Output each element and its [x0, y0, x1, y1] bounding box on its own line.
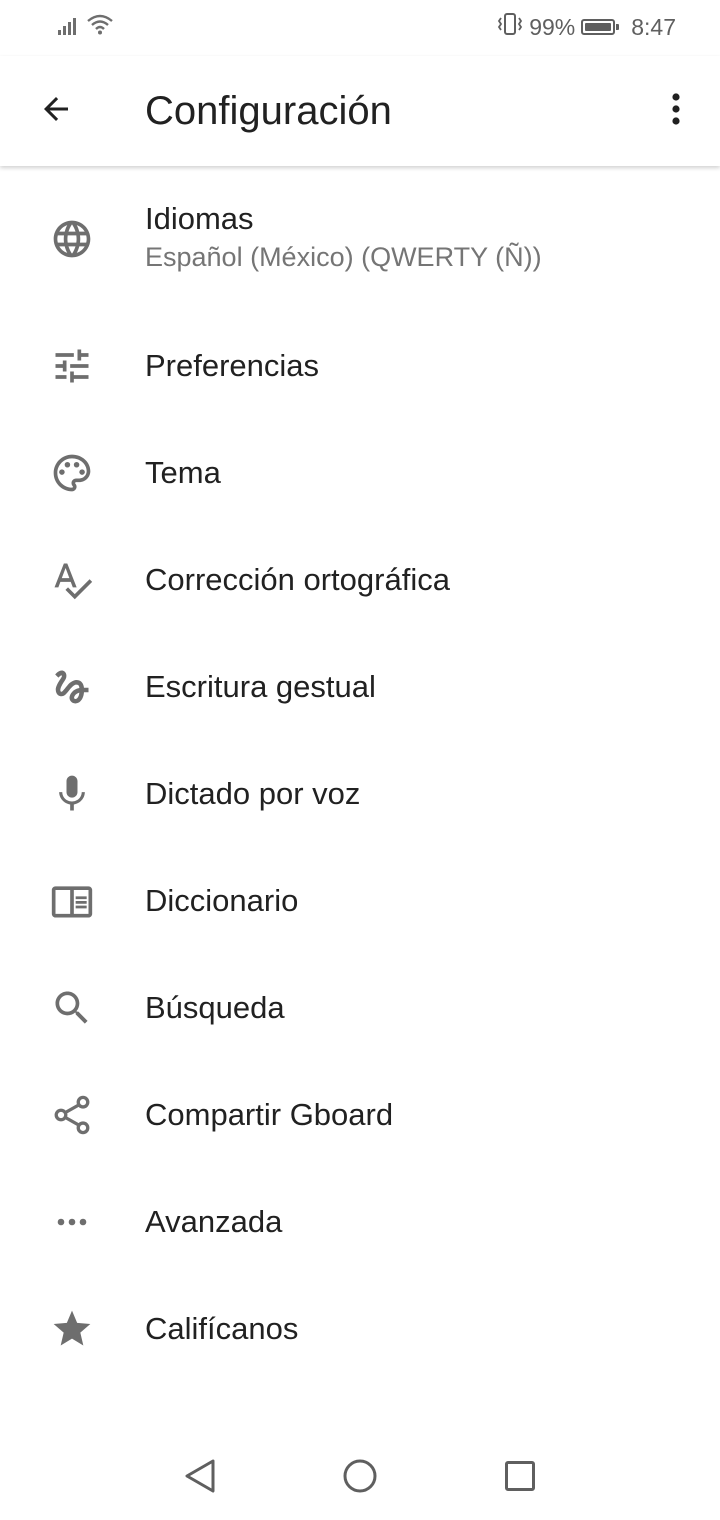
setting-text: Avanzada: [145, 1203, 282, 1241]
globe-icon: [50, 217, 94, 261]
battery-icon: [581, 19, 620, 35]
setting-text: Escritura gestual: [145, 668, 376, 706]
clock: 8:47: [631, 13, 676, 40]
navigation-bar: [0, 1430, 720, 1520]
signal-icon: [58, 15, 80, 40]
vibrate-icon: [497, 12, 523, 42]
setting-title: Tema: [145, 455, 221, 490]
nav-home-circle-icon: [342, 1458, 378, 1499]
setting-subtitle: Español (México) (QWERTY (Ñ)): [145, 242, 542, 272]
status-right: 99% 8:47: [497, 12, 676, 42]
star-icon: [50, 1307, 94, 1351]
wifi-icon: [86, 13, 114, 40]
setting-item-languages[interactable]: Idiomas Español (México) (QWERTY (Ñ)): [0, 186, 720, 296]
setting-item-share[interactable]: Compartir Gboard: [0, 1063, 720, 1167]
search-icon: [50, 986, 94, 1030]
nav-recents-button[interactable]: [490, 1448, 550, 1508]
setting-title: Compartir Gboard: [145, 1097, 394, 1132]
more-horiz-icon: [50, 1200, 94, 1244]
more-options-button[interactable]: [652, 83, 700, 139]
app-bar: Configuración: [0, 56, 720, 166]
more-vert-icon: [670, 92, 682, 131]
setting-text: Dictado por voz: [145, 775, 360, 813]
setting-item-voice-typing[interactable]: Dictado por voz: [0, 742, 720, 846]
nav-home-button[interactable]: [330, 1448, 390, 1508]
setting-title: Preferencias: [145, 348, 320, 383]
setting-text: Preferencias: [145, 347, 319, 385]
tune-icon: [50, 344, 94, 388]
arrow-back-icon: [38, 91, 74, 132]
gesture-icon: [50, 665, 94, 709]
setting-text: Idiomas Español (México) (QWERTY (Ñ)): [145, 200, 542, 274]
back-button[interactable]: [28, 83, 84, 139]
nav-back-button[interactable]: [170, 1448, 230, 1508]
status-bar: 99% 8:47: [0, 0, 720, 56]
setting-text: Compartir Gboard: [145, 1096, 393, 1134]
setting-title: Búsqueda: [145, 990, 285, 1025]
page-title: Configuración: [145, 89, 392, 133]
battery-fill: [585, 23, 611, 31]
setting-text: Diccionario: [145, 882, 298, 920]
setting-item-spellcheck[interactable]: Corrección ortográfica: [0, 528, 720, 632]
palette-icon: [50, 451, 94, 495]
setting-item-preferences[interactable]: Preferencias: [0, 314, 720, 418]
setting-item-advanced[interactable]: Avanzada: [0, 1170, 720, 1274]
setting-item-gesture-typing[interactable]: Escritura gestual: [0, 635, 720, 739]
setting-title: Dictado por voz: [145, 776, 361, 811]
setting-title: Escritura gestual: [145, 669, 376, 704]
setting-text: Corrección ortográfica: [145, 561, 450, 599]
nav-back-triangle-icon: [183, 1458, 217, 1499]
spellcheck-icon: [50, 558, 94, 602]
setting-title: Avanzada: [145, 1204, 283, 1239]
setting-title: Califícanos: [145, 1311, 299, 1346]
setting-item-theme[interactable]: Tema: [0, 421, 720, 525]
status-left: [58, 14, 114, 40]
dictionary-icon: [50, 879, 94, 923]
battery-percent: 99%: [529, 13, 576, 40]
setting-item-dictionary[interactable]: Diccionario: [0, 849, 720, 953]
mic-icon: [50, 772, 94, 816]
setting-item-search[interactable]: Búsqueda: [0, 956, 720, 1060]
setting-text: Califícanos: [145, 1310, 298, 1348]
setting-text: Tema: [145, 454, 221, 492]
setting-title: Idiomas: [145, 201, 254, 236]
nav-recents-square-icon: [504, 1460, 536, 1497]
share-icon: [50, 1093, 94, 1137]
setting-title: Diccionario: [145, 883, 299, 918]
setting-title: Corrección ortográfica: [145, 562, 450, 597]
setting-item-rate-us[interactable]: Califícanos: [0, 1277, 720, 1381]
setting-text: Búsqueda: [145, 989, 285, 1027]
